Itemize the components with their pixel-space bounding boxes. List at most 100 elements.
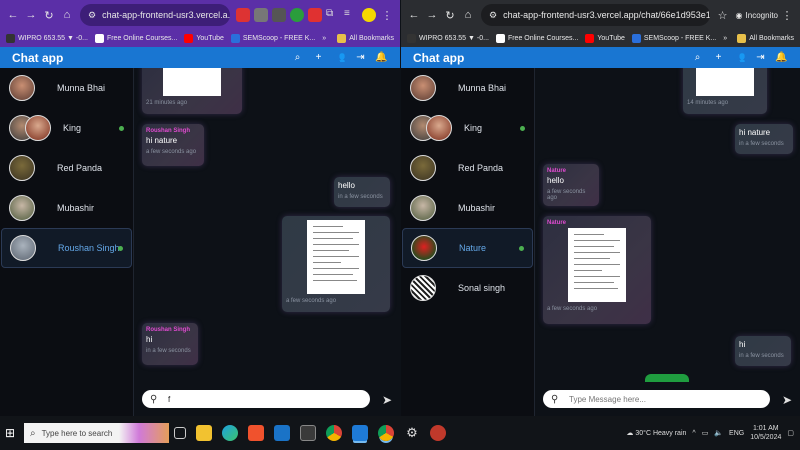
notification-bell-icon[interactable]: 🔔: [775, 51, 788, 64]
bookmark-favicon-icon: [631, 34, 641, 43]
chat-list-item[interactable]: Munna Bhai: [402, 68, 533, 108]
store-icon[interactable]: [300, 425, 316, 441]
bookmark-star-icon[interactable]: ☆: [714, 6, 732, 24]
message-bubble: hi in a few seconds: [735, 336, 791, 366]
system-tray: ☁ 30°C Heavy rain ^ ▭ 🔈 ENG 1:01 AM 10/5…: [626, 424, 800, 442]
chat-list-item[interactable]: Nature: [402, 228, 533, 268]
search-icon[interactable]: ⌕: [691, 51, 704, 64]
chat-list-item[interactable]: Roushan Singh: [1, 228, 132, 268]
language-indicator[interactable]: ENG: [729, 430, 744, 437]
notifications-icon[interactable]: ▢: [787, 429, 794, 437]
bookmark-item[interactable]: SEMScoop - FREE K...: [631, 34, 716, 43]
extension-icon[interactable]: [254, 8, 268, 22]
volume-icon[interactable]: 🔈: [714, 429, 723, 437]
all-bookmarks[interactable]: All Bookmarks: [737, 34, 794, 43]
chat-list-item[interactable]: King: [402, 108, 533, 148]
chat-list-item[interactable]: Sonal singh: [402, 268, 533, 308]
logout-icon[interactable]: ⇥: [754, 51, 767, 64]
chrome-icon[interactable]: [378, 425, 394, 441]
attach-icon[interactable]: ⚲: [551, 394, 563, 405]
forward-icon[interactable]: →: [22, 6, 40, 24]
home-icon[interactable]: ⌂: [459, 6, 477, 24]
cloud-rain-icon: ☁: [626, 430, 634, 437]
message-input[interactable]: [168, 394, 362, 404]
group-icon[interactable]: 👥: [733, 51, 746, 64]
all-bookmarks[interactable]: All Bookmarks: [337, 34, 394, 43]
forward-icon[interactable]: →: [423, 6, 441, 24]
notification-bell-icon[interactable]: 🔔: [375, 51, 388, 64]
bookmark-item[interactable]: WIPRO 653.55 ▼ -0...: [407, 34, 489, 43]
chat-list-item[interactable]: King: [1, 108, 132, 148]
address-bar[interactable]: ⚙ chat-app-frontend-usr3.vercel.a... ☆: [80, 4, 230, 26]
attach-icon[interactable]: ⚲: [150, 394, 162, 405]
home-icon[interactable]: ⌂: [58, 6, 76, 24]
bookmark-item[interactable]: YouTube: [184, 34, 224, 43]
avatar: [9, 155, 35, 181]
profile-avatar[interactable]: [362, 8, 376, 22]
clock[interactable]: 1:01 AM 10/5/2024: [750, 424, 781, 442]
youtube-icon: [585, 34, 595, 43]
extension-icon[interactable]: [290, 8, 304, 22]
bookmarks-overflow[interactable]: »: [723, 35, 727, 42]
sidebar-icon[interactable]: ≡: [344, 8, 358, 22]
file-explorer-icon[interactable]: [196, 425, 212, 441]
bookmark-item[interactable]: Free Online Courses...: [94, 34, 177, 43]
url-text: chat-app-frontend-usr3.vercel.app/chat/6…: [503, 10, 710, 20]
add-icon[interactable]: +: [712, 51, 725, 64]
site-info-icon[interactable]: ⚙: [489, 10, 497, 21]
menu-icon[interactable]: ⋮: [778, 6, 796, 24]
bookmark-item[interactable]: Free Online Courses...: [495, 34, 578, 43]
add-icon[interactable]: +: [312, 51, 325, 64]
search-icon[interactable]: ⌕: [291, 51, 304, 64]
bookmark-item[interactable]: YouTube: [585, 34, 625, 43]
bookmark-item[interactable]: WIPRO 653.55 ▼ -0...: [6, 34, 88, 43]
bookmark-item[interactable]: SEMScoop - FREE K...: [230, 34, 315, 43]
task-view-icon[interactable]: [174, 427, 186, 439]
incognito-indicator[interactable]: ◉ Incognito: [736, 11, 778, 20]
send-icon[interactable]: ➤: [382, 393, 392, 407]
chat-list-item[interactable]: Mubashir: [1, 188, 132, 228]
edge-icon[interactable]: [222, 425, 238, 441]
recorder-icon[interactable]: [430, 425, 446, 441]
online-status-dot: [519, 245, 524, 251]
puzzle-icon[interactable]: ⧉: [326, 8, 340, 22]
group-icon[interactable]: 👥: [333, 51, 346, 64]
bookmarks-overflow[interactable]: »: [322, 35, 326, 42]
chat-list-item[interactable]: Mubashir: [402, 188, 533, 228]
reload-icon[interactable]: ↻: [441, 6, 459, 24]
avatar: [9, 195, 35, 221]
message-input[interactable]: [569, 394, 762, 404]
document-thumbnail[interactable]: [568, 228, 626, 302]
document-thumbnail[interactable]: [163, 68, 221, 96]
address-bar[interactable]: ⚙ chat-app-frontend-usr3.vercel.app/chat…: [481, 4, 710, 26]
chrome-icon[interactable]: [326, 425, 342, 441]
network-icon[interactable]: ▭: [702, 429, 709, 437]
chat-sidebar: Munna Bhai King Red Panda Mubashir: [0, 68, 134, 416]
tray-overflow-icon[interactable]: ^: [692, 430, 695, 437]
back-icon[interactable]: ←: [4, 6, 22, 24]
chat-list-item[interactable]: Munna Bhai: [1, 68, 132, 108]
brave-icon[interactable]: [248, 425, 264, 441]
mail-icon[interactable]: [274, 425, 290, 441]
bookmark-favicon-icon: [495, 34, 505, 43]
chat-list-item[interactable]: Red Panda: [402, 148, 533, 188]
windows-start-icon[interactable]: ⊞: [0, 416, 20, 450]
back-icon[interactable]: ←: [405, 6, 423, 24]
settings-icon[interactable]: ⚙: [404, 425, 420, 441]
menu-icon[interactable]: ⋮: [378, 6, 396, 24]
document-thumbnail[interactable]: [696, 68, 754, 96]
send-icon[interactable]: ➤: [782, 393, 792, 407]
vscode-icon[interactable]: [352, 425, 368, 441]
extension-icon[interactable]: [236, 8, 250, 22]
extension-icon[interactable]: [272, 8, 286, 22]
site-info-icon[interactable]: ⚙: [88, 10, 96, 21]
bookmarks-bar: WIPRO 653.55 ▼ -0... Free Online Courses…: [0, 30, 400, 47]
extension-icon[interactable]: [308, 8, 322, 22]
chat-list-item[interactable]: Red Panda: [1, 148, 132, 188]
reload-icon[interactable]: ↻: [40, 6, 58, 24]
weather-widget[interactable]: ☁ 30°C Heavy rain: [626, 429, 686, 437]
logout-icon[interactable]: ⇥: [354, 51, 367, 64]
document-thumbnail[interactable]: [307, 220, 365, 294]
taskbar-search[interactable]: ⌕ Type here to search: [24, 423, 169, 443]
bookmark-favicon-icon: [230, 34, 240, 43]
